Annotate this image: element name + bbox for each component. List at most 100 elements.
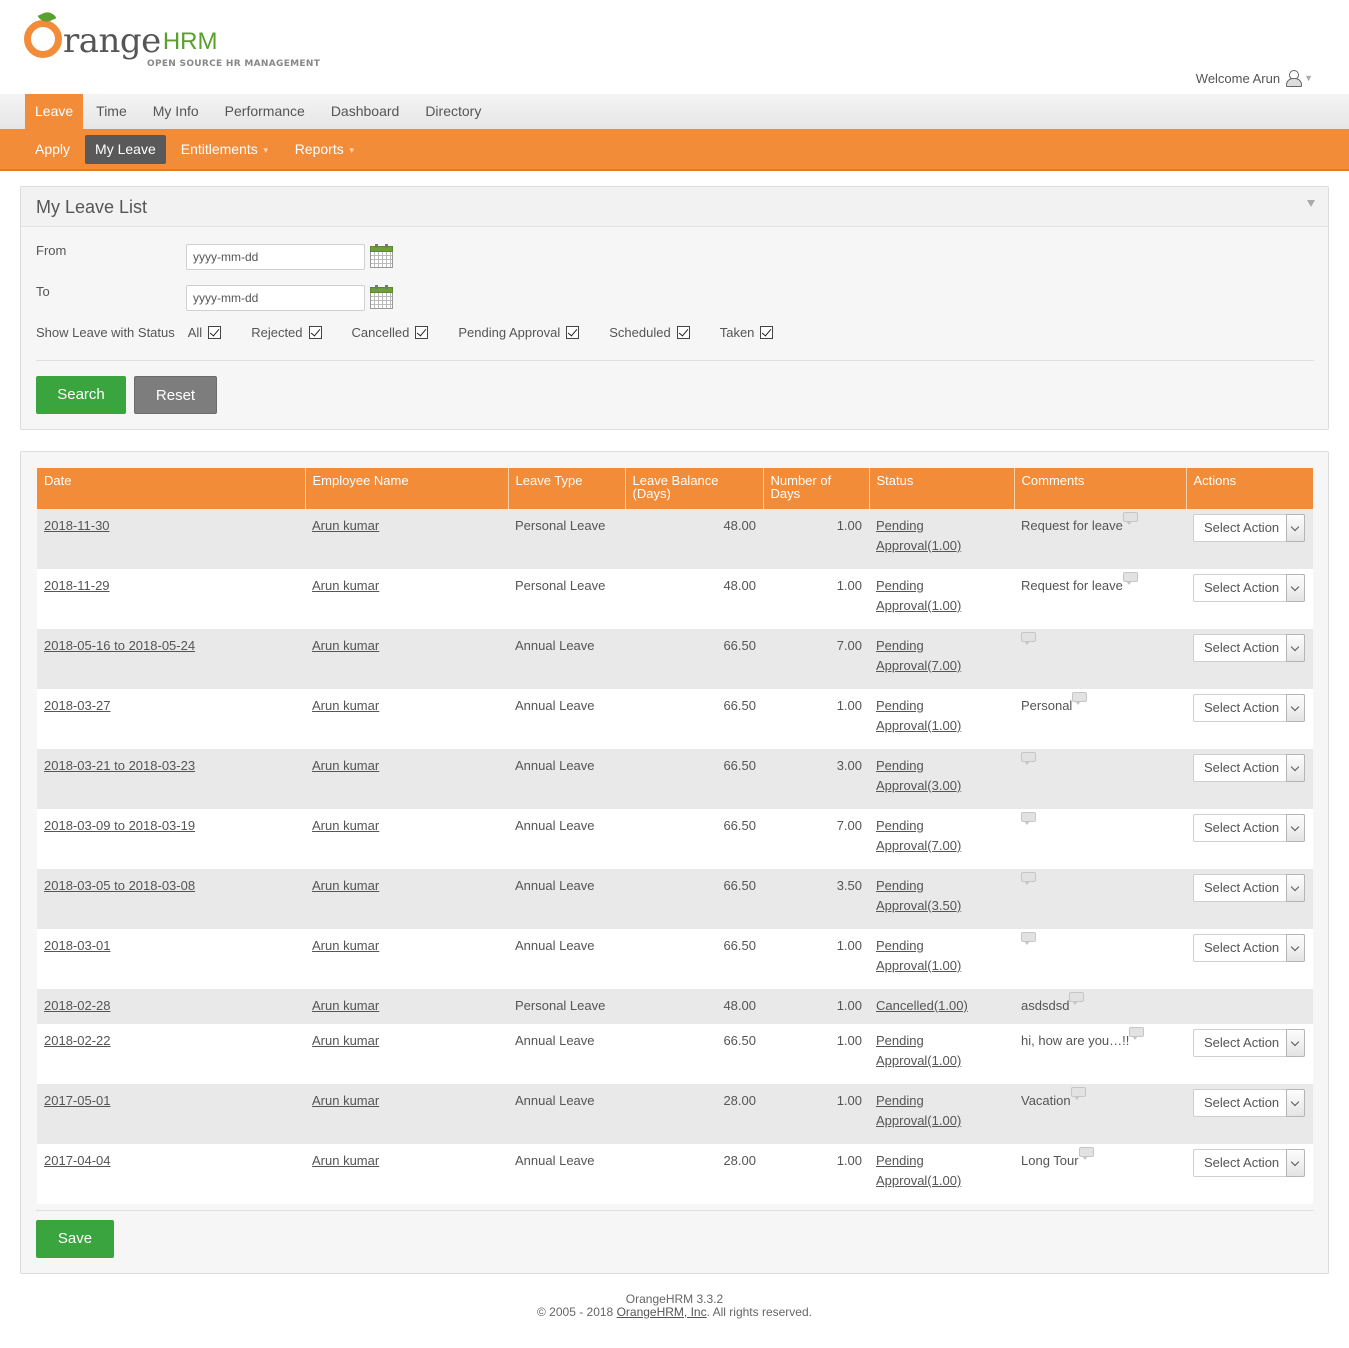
status-link[interactable]: Pending Approval(1.00) [876, 1093, 961, 1128]
employee-link[interactable]: Arun kumar [312, 998, 379, 1013]
status-link[interactable]: Pending Approval(1.00) [876, 938, 961, 973]
to-date-input[interactable] [186, 285, 365, 311]
employee-link[interactable]: Arun kumar [312, 638, 379, 653]
comment-icon[interactable] [1129, 1027, 1145, 1040]
menu-dashboard[interactable]: Dashboard [318, 94, 413, 129]
employee-link[interactable]: Arun kumar [312, 938, 379, 953]
employee-link[interactable]: Arun kumar [312, 518, 379, 533]
comment-icon[interactable] [1069, 992, 1085, 1005]
select-action-dropdown[interactable]: Select Action [1193, 934, 1305, 962]
date-link[interactable]: 2018-11-30 [44, 518, 110, 533]
select-action-dropdown[interactable]: Select Action [1193, 634, 1305, 662]
submenu-entitlements[interactable]: Entitlements ▼ [171, 135, 280, 164]
select-action-dropdown[interactable]: Select Action [1193, 874, 1305, 902]
menu-time[interactable]: Time [83, 94, 140, 129]
leave-balance-text: 66.50 [723, 698, 756, 713]
status-link[interactable]: Pending Approval(3.00) [876, 758, 961, 793]
status-link[interactable]: Pending Approval(3.50) [876, 878, 961, 913]
from-date-input[interactable] [186, 244, 365, 270]
select-action-dropdown[interactable]: Select Action [1193, 694, 1305, 722]
date-link[interactable]: 2018-11-29 [44, 578, 110, 593]
collapse-toggle-icon[interactable] [1307, 200, 1315, 207]
welcome-menu[interactable]: Welcome Arun ▼ [1196, 70, 1313, 87]
date-link[interactable]: 2018-03-27 [44, 698, 111, 713]
chevron-down-icon [1286, 574, 1305, 602]
leave-table-body: 2018-11-30 Arun kumar Personal Leave 48.00 1… [37, 509, 1313, 1204]
submenu-my-leave[interactable]: My Leave [85, 134, 166, 164]
select-action-dropdown[interactable]: Select Action [1193, 514, 1305, 542]
status-cancelled-checkbox[interactable] [415, 326, 429, 339]
calendar-icon[interactable] [370, 285, 393, 309]
cell-number-of-days: 3.50 [763, 869, 869, 929]
date-link[interactable]: 2018-02-28 [44, 998, 111, 1013]
select-action-dropdown[interactable]: Select Action [1193, 814, 1305, 842]
number-of-days-text: 1.00 [836, 1093, 862, 1108]
logo-wordmark: range HRM [24, 12, 217, 64]
comment-icon[interactable] [1021, 632, 1036, 645]
leave-type-text: Annual Leave [515, 698, 595, 713]
comment-icon[interactable] [1070, 1087, 1086, 1100]
status-taken-checkbox[interactable] [760, 326, 774, 339]
employee-link[interactable]: Arun kumar [312, 878, 379, 893]
column-header-number-of-days: Number of Days [763, 468, 870, 509]
comment-icon[interactable] [1021, 872, 1036, 885]
employee-link[interactable]: Arun kumar [312, 758, 379, 773]
comment-icon[interactable] [1122, 572, 1138, 585]
status-all-checkbox[interactable] [208, 326, 222, 339]
employee-link[interactable]: Arun kumar [312, 818, 379, 833]
menu-directory[interactable]: Directory [412, 94, 494, 129]
date-link[interactable]: 2017-05-01 [44, 1093, 111, 1108]
employee-link[interactable]: Arun kumar [312, 698, 379, 713]
status-pending-approval-checkbox[interactable] [566, 326, 580, 339]
status-scheduled-checkbox[interactable] [676, 326, 690, 339]
employee-link[interactable]: Arun kumar [312, 578, 379, 593]
date-link[interactable]: 2018-03-05 to 2018-03-08 [44, 878, 195, 893]
comment-icon[interactable] [1021, 752, 1036, 765]
status-link[interactable]: Pending Approval(1.00) [876, 1033, 961, 1068]
page-title: My Leave List [36, 197, 148, 217]
status-link[interactable]: Pending Approval(7.00) [876, 638, 961, 673]
welcome-text[interactable]: Welcome Arun [1196, 71, 1280, 86]
status-link[interactable]: Pending Approval(1.00) [876, 518, 961, 553]
employee-link[interactable]: Arun kumar [312, 1093, 379, 1108]
status-link[interactable]: Cancelled(1.00) [876, 998, 968, 1013]
submenu-reports[interactable]: Reports ▼ [285, 135, 366, 164]
divider [36, 1210, 1314, 1211]
employee-link[interactable]: Arun kumar [312, 1033, 379, 1048]
reset-button[interactable]: Reset [134, 376, 217, 414]
comment-icon[interactable] [1078, 1147, 1094, 1160]
select-action-dropdown[interactable]: Select Action [1193, 574, 1305, 602]
comment-icon[interactable] [1021, 932, 1036, 945]
date-link[interactable]: 2018-03-21 to 2018-03-23 [44, 758, 195, 773]
cell-status: Pending Approval(7.00) [869, 809, 1014, 869]
date-link[interactable]: 2018-03-01 [44, 938, 111, 953]
status-rejected-checkbox[interactable] [308, 326, 322, 339]
select-action-dropdown[interactable]: Select Action [1193, 754, 1305, 782]
employee-link[interactable]: Arun kumar [312, 1153, 379, 1168]
menu-leave[interactable]: Leave [25, 94, 84, 129]
status-link[interactable]: Pending Approval(1.00) [876, 1153, 961, 1188]
status-link[interactable]: Pending Approval(7.00) [876, 818, 961, 853]
orangehrm-logo[interactable]: range HRM OPEN SOURCE HR MANAGEMENT [24, 9, 320, 72]
select-action-dropdown[interactable]: Select Action [1193, 1029, 1305, 1057]
status-link[interactable]: Pending Approval(1.00) [876, 698, 961, 733]
date-link[interactable]: 2018-03-09 to 2018-03-19 [44, 818, 195, 833]
comment-icon[interactable] [1021, 812, 1036, 825]
comment-icon[interactable] [1072, 692, 1088, 705]
menu-my-info[interactable]: My Info [140, 94, 212, 129]
search-button[interactable]: Search [36, 376, 126, 414]
date-link[interactable]: 2018-02-22 [44, 1033, 111, 1048]
status-line-2: Approval(1.00) [876, 958, 962, 973]
calendar-icon[interactable] [370, 244, 393, 268]
select-action-dropdown[interactable]: Select Action [1193, 1149, 1305, 1177]
company-link[interactable]: OrangeHRM, Inc [617, 1305, 707, 1319]
submenu-apply[interactable]: Apply [25, 135, 80, 164]
menu-performance[interactable]: Performance [212, 94, 318, 129]
status-link[interactable]: Pending Approval(1.00) [876, 578, 961, 613]
date-link[interactable]: 2017-04-04 [44, 1153, 111, 1168]
date-link[interactable]: 2018-05-16 to 2018-05-24 [44, 638, 195, 653]
save-button[interactable]: Save [36, 1220, 114, 1258]
select-action-dropdown[interactable]: Select Action [1193, 1089, 1305, 1117]
comment-icon[interactable] [1122, 512, 1138, 525]
status-line-1: Pending [876, 518, 924, 533]
